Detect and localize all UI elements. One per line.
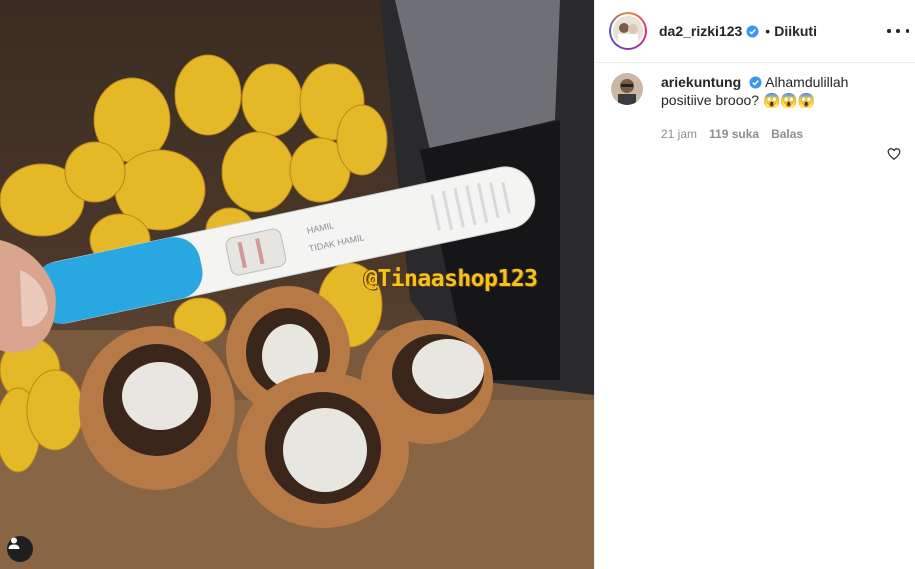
- comment-time[interactable]: 21 jam: [661, 125, 697, 143]
- comment-meta: 21 jam 119 suka Balas: [661, 125, 881, 143]
- post-side-panel: da2_rizki123 • Diikuti ariekuntung Alham…: [594, 0, 915, 569]
- heart-outline-icon[interactable]: [887, 147, 901, 161]
- user-tag-icon: [8, 537, 20, 549]
- post-header: da2_rizki123 • Diikuti: [595, 0, 915, 63]
- author-username[interactable]: da2_rizki123: [659, 23, 742, 39]
- comment-likes[interactable]: 119 suka: [709, 125, 759, 143]
- commenter-avatar[interactable]: [611, 73, 643, 105]
- reply-button[interactable]: Balas: [771, 125, 803, 143]
- author-avatar[interactable]: [609, 12, 647, 50]
- header-separator: •: [765, 23, 771, 39]
- verified-badge-icon: [746, 24, 759, 38]
- post-image[interactable]: HAMIL TIDAK HAMIL @Tinaashop123: [0, 0, 594, 569]
- user-tag-button[interactable]: [7, 536, 33, 562]
- commenter-username[interactable]: ariekuntung: [661, 74, 741, 90]
- comment-text-block: ariekuntung Alhamdulillah positiive broo…: [661, 73, 881, 109]
- watermark-text: @Tinaashop123: [364, 266, 538, 292]
- comment-item: ariekuntung Alhamdulillah positiive broo…: [595, 63, 915, 161]
- more-options-icon[interactable]: [887, 23, 909, 39]
- following-button[interactable]: Diikuti: [774, 23, 817, 39]
- verified-badge-icon: [749, 76, 762, 89]
- author-avatar-image: [613, 16, 643, 46]
